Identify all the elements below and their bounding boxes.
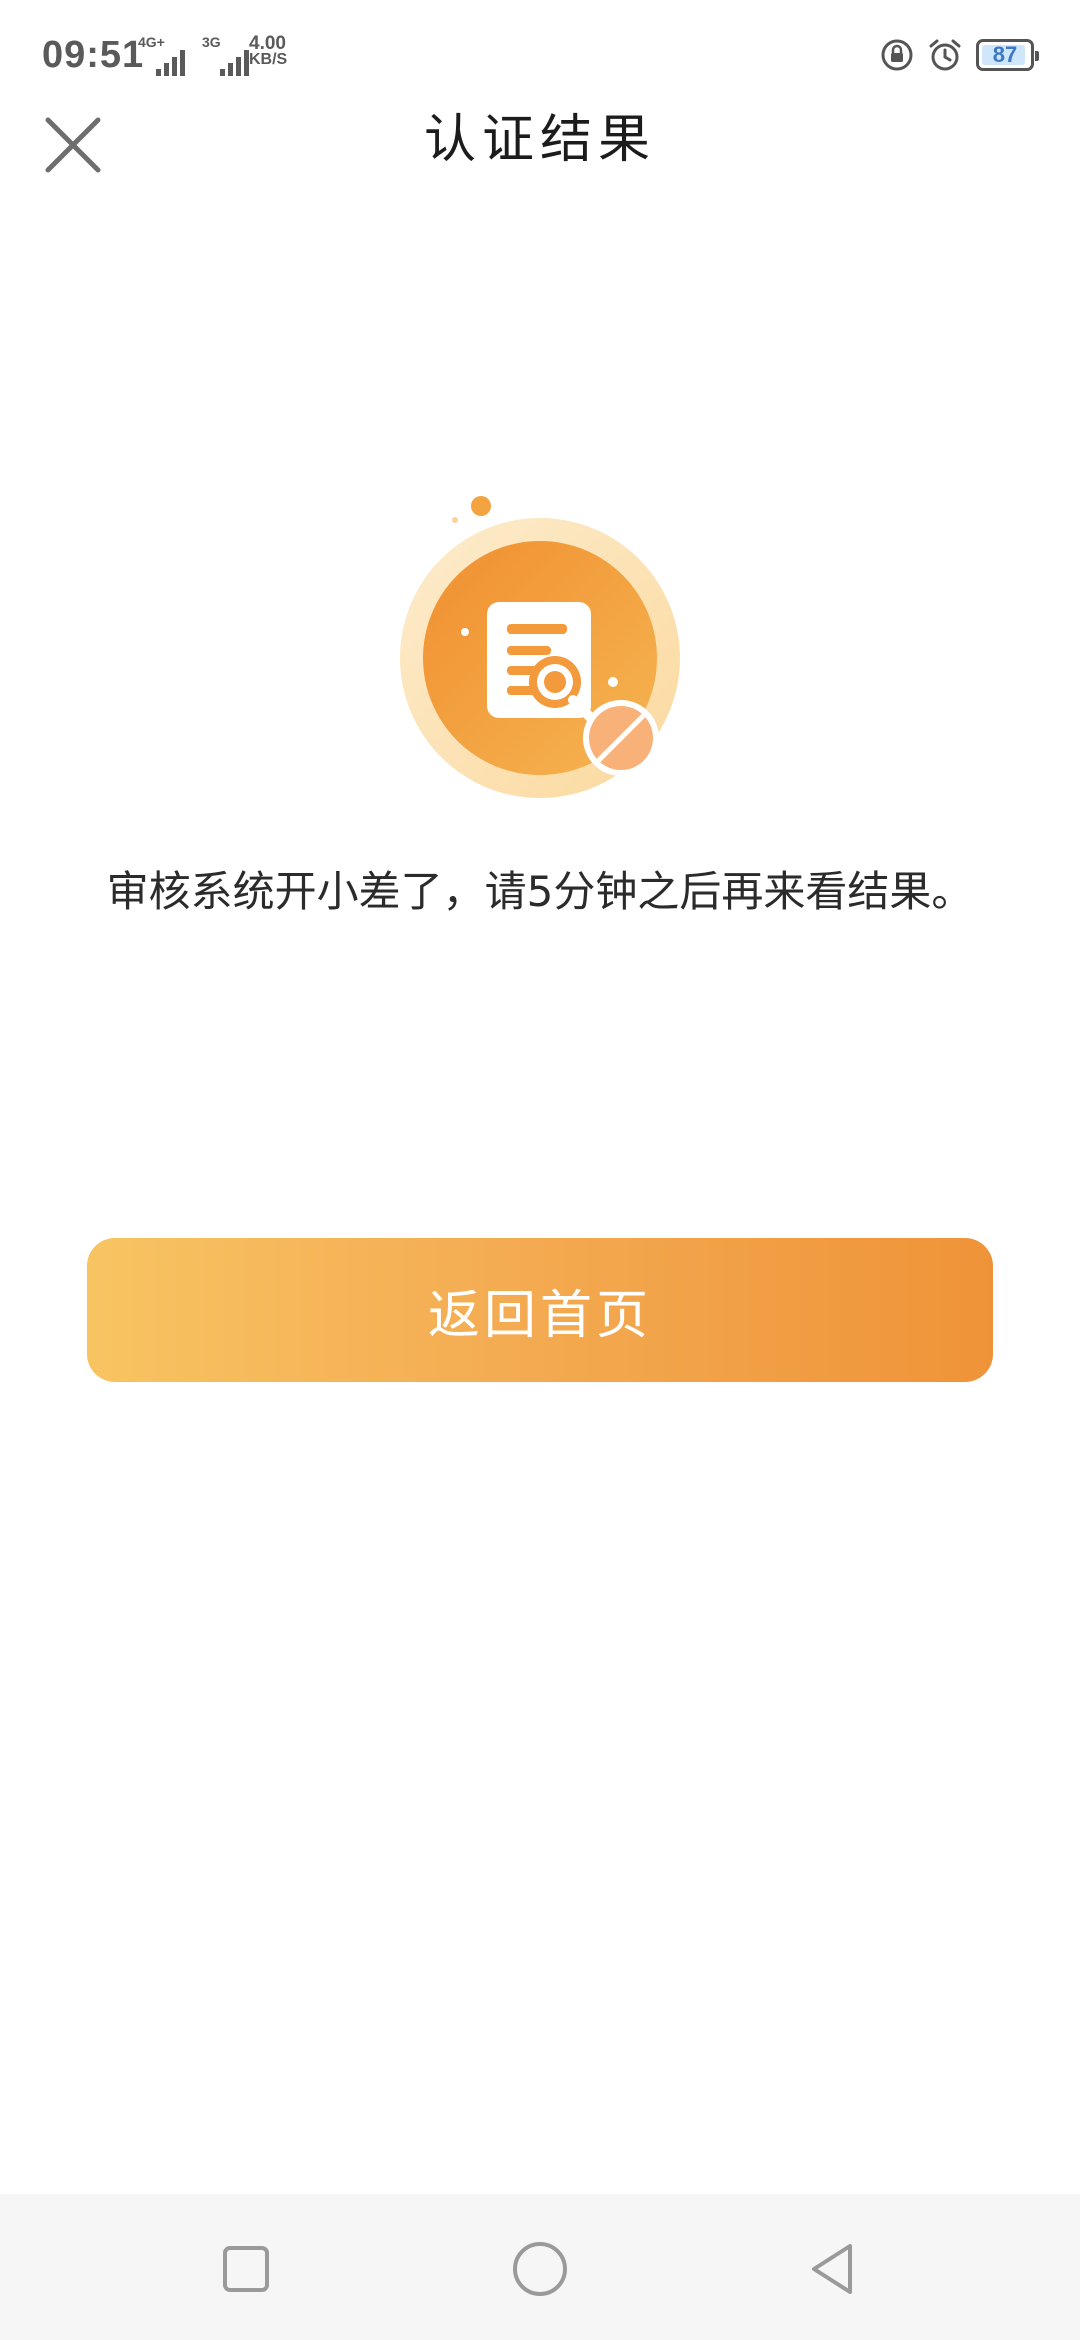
screen: 09:51 4G+ 3G 4.00 KB/S 87 认证结果 审核系统开小差了，… (0, 0, 1080, 2340)
network-speed-value: 4.00 (249, 33, 286, 54)
home-icon[interactable] (505, 2234, 575, 2304)
return-home-button-label: 返回首页 (427, 1285, 652, 1346)
network-speed: 4.00 KB/S (249, 33, 288, 68)
battery-icon: 87 (976, 39, 1039, 71)
page-title: 认证结果 (423, 110, 656, 170)
signal-bars (220, 48, 249, 76)
back-icon[interactable] (800, 2234, 870, 2304)
status-bar: 09:51 4G+ 3G 4.00 KB/S 87 (0, 0, 1080, 104)
alarm-icon (929, 39, 961, 71)
recent-apps-icon[interactable] (211, 2234, 281, 2304)
status-time: 09:51 (42, 34, 145, 76)
signal-bars (156, 48, 185, 76)
network-speed-unit: KB/S (249, 51, 288, 68)
battery-level: 87 (992, 42, 1018, 67)
orientation-lock-icon (881, 39, 913, 71)
navigation-bar (0, 2194, 1080, 2340)
status-message: 审核系统开小差了，请5分钟之后再来看结果。 (106, 867, 974, 916)
document-review-rejected-icon (400, 496, 680, 798)
return-home-button[interactable]: 返回首页 (87, 1238, 993, 1382)
network-type-label: 3G (202, 34, 221, 50)
status-icons: 87 (880, 38, 1039, 72)
